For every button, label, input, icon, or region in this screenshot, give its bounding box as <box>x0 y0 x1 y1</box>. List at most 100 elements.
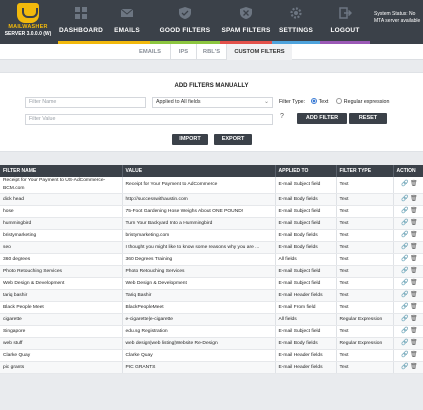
trash-icon[interactable]: 🗑 <box>410 292 418 298</box>
nav-dashboard[interactable]: DASHBOARD <box>58 0 104 44</box>
link-icon[interactable]: 🔗 <box>401 328 408 334</box>
app-logo[interactable]: MAILWASHER SERVER 3.0.0.0 (W) <box>0 0 56 44</box>
tab-rbls[interactable]: RBL'S <box>196 44 226 60</box>
tab-custom-filters[interactable]: CUSTOM FILTERS <box>226 44 292 60</box>
cell-filter-name: web stuff <box>0 337 123 350</box>
tab-emails[interactable]: EMAILS <box>130 44 170 60</box>
trash-icon[interactable]: 🗑 <box>410 244 418 250</box>
link-icon[interactable]: 🔗 <box>401 268 408 274</box>
nav-settings[interactable]: SETTINGS <box>272 0 320 44</box>
cell-filter-type: Text <box>336 217 394 230</box>
cell-filter-type: Text <box>336 361 394 374</box>
export-button[interactable]: EXPORT <box>214 134 252 145</box>
cell-action: 🔗 🗑 <box>393 289 423 302</box>
cell-filter-name: Photo Retouching Services <box>0 265 123 278</box>
trash-icon[interactable]: 🗑 <box>410 352 418 358</box>
link-icon[interactable]: 🔗 <box>401 364 408 370</box>
link-icon[interactable]: 🔗 <box>401 304 408 310</box>
col-action: ACTION <box>393 165 423 177</box>
table-row: 360 degrees 360 Degrees Training All field… <box>0 253 423 266</box>
filters-table: FILTER NAME VALUE APPLIED TO FILTER TYPE… <box>0 165 423 374</box>
table-row: web stuff web design|web listing|Website … <box>0 337 423 350</box>
table-row: hummingbird Turn Your Backyard Into a Hum… <box>0 217 423 230</box>
link-icon[interactable]: 🔗 <box>401 316 408 322</box>
cell-filter-type: Text <box>336 349 394 362</box>
table-row: Clarke Quay Clarke Quay E-mail Header fiel… <box>0 349 423 362</box>
text-radio[interactable] <box>310 98 317 104</box>
cell-value: I thought you might like to know some re… <box>122 241 276 254</box>
import-button[interactable]: IMPORT <box>172 134 208 145</box>
link-icon[interactable]: 🔗 <box>401 232 408 238</box>
trash-icon[interactable]: 🗑 <box>410 196 418 202</box>
cell-applied-to: E-mail Header fields <box>275 361 337 374</box>
cell-filter-name: 360 degrees <box>0 253 123 266</box>
cell-value: e-cigarette|e-cigarette <box>122 313 276 326</box>
col-value[interactable]: VALUE <box>122 165 276 177</box>
regex-radio[interactable] <box>335 98 342 104</box>
table-row: Singapore edu.sg Registration E-mail Subje… <box>0 325 423 338</box>
cell-action: 🔗 🗑 <box>393 277 423 290</box>
nav-emails[interactable]: EMAILS <box>104 0 150 44</box>
cell-applied-to: E-mail Header fields <box>275 289 337 302</box>
trash-icon[interactable]: 🗑 <box>410 280 418 286</box>
cell-action: 🔗 🗑 <box>393 253 423 266</box>
cell-value: BlackPeopleMeet <box>122 301 276 314</box>
cell-value: web design|web listing|Website Re-Design <box>122 337 276 350</box>
cell-filter-name: Singapore <box>0 325 123 338</box>
applied-to-select[interactable]: Applied to All fields ⌄ <box>152 97 273 108</box>
cell-filter-name: pic grants <box>0 361 123 374</box>
cell-action: 🔗 🗑 <box>393 301 423 314</box>
nav-spam-filters[interactable]: SPAM FILTERS <box>220 0 272 44</box>
col-filter-name[interactable]: FILTER NAME <box>0 165 123 177</box>
cell-filter-type: Text <box>336 177 394 194</box>
link-icon[interactable]: 🔗 <box>401 181 408 187</box>
cell-applied-to: E-mail Subject field <box>275 265 337 278</box>
trash-icon[interactable]: 🗑 <box>410 340 418 346</box>
col-filter-type[interactable]: FILTER TYPE <box>336 165 394 177</box>
link-icon[interactable]: 🔗 <box>401 292 408 298</box>
link-icon[interactable]: 🔗 <box>401 196 408 202</box>
trash-icon[interactable]: 🗑 <box>410 220 418 226</box>
nav-label: LOGOUT <box>330 27 360 34</box>
trash-icon[interactable]: 🗑 <box>410 232 418 238</box>
link-icon[interactable]: 🔗 <box>401 280 408 286</box>
table-row: hose 75-Foot Gardening Hose Weighs About … <box>0 205 423 218</box>
reset-button[interactable]: RESET <box>349 113 387 124</box>
trash-icon[interactable]: 🗑 <box>410 316 418 322</box>
cell-filter-name: Web Design & Development <box>0 277 123 290</box>
tab-ips[interactable]: IPS <box>170 44 196 60</box>
nav-logout[interactable]: LOGOUT <box>320 0 370 44</box>
trash-icon[interactable]: 🗑 <box>410 181 418 187</box>
link-icon[interactable]: 🔗 <box>401 340 408 346</box>
link-icon[interactable]: 🔗 <box>401 352 408 358</box>
add-filter-button[interactable]: ADD FILTER <box>297 113 347 124</box>
nav-good-filters[interactable]: GOOD FILTERS <box>150 0 220 44</box>
cell-applied-to: E-mail Subject field <box>275 177 337 194</box>
trash-icon[interactable]: 🗑 <box>410 208 418 214</box>
trash-icon[interactable]: 🗑 <box>410 328 418 334</box>
cell-value: 360 Degrees Training <box>122 253 276 266</box>
cell-applied-to: E-mail Subject field <box>275 325 337 338</box>
cell-value: Tariq Bashir <box>122 289 276 302</box>
gear-icon <box>290 7 302 19</box>
cell-filter-type: Text <box>336 241 394 254</box>
text-radio-label: Text <box>318 99 329 105</box>
trash-icon[interactable]: 🗑 <box>410 364 418 370</box>
trash-icon[interactable]: 🗑 <box>410 304 418 310</box>
link-icon[interactable]: 🔗 <box>401 208 408 214</box>
link-icon[interactable]: 🔗 <box>401 256 408 262</box>
trash-icon[interactable]: 🗑 <box>410 256 418 262</box>
cell-value: Photo Retouching Services <box>122 265 276 278</box>
help-icon[interactable]: ? <box>280 113 284 120</box>
filter-name-input[interactable]: Filter Name <box>25 97 146 108</box>
col-applied-to[interactable]: APPLIED TO <box>275 165 337 177</box>
table-row: bristymarketing bristymarketing.com E-mail… <box>0 229 423 242</box>
top-navigation: MAILWASHER SERVER 3.0.0.0 (W) DASHBOARD … <box>0 0 423 44</box>
cell-value: edu.sg Registration <box>122 325 276 338</box>
trash-icon[interactable]: 🗑 <box>410 268 418 274</box>
brand-name: MAILWASHER <box>8 24 48 30</box>
filter-value-input[interactable]: Filter Value <box>25 114 273 125</box>
cell-action: 🔗 🗑 <box>393 313 423 326</box>
link-icon[interactable]: 🔗 <box>401 220 408 226</box>
link-icon[interactable]: 🔗 <box>401 244 408 250</box>
